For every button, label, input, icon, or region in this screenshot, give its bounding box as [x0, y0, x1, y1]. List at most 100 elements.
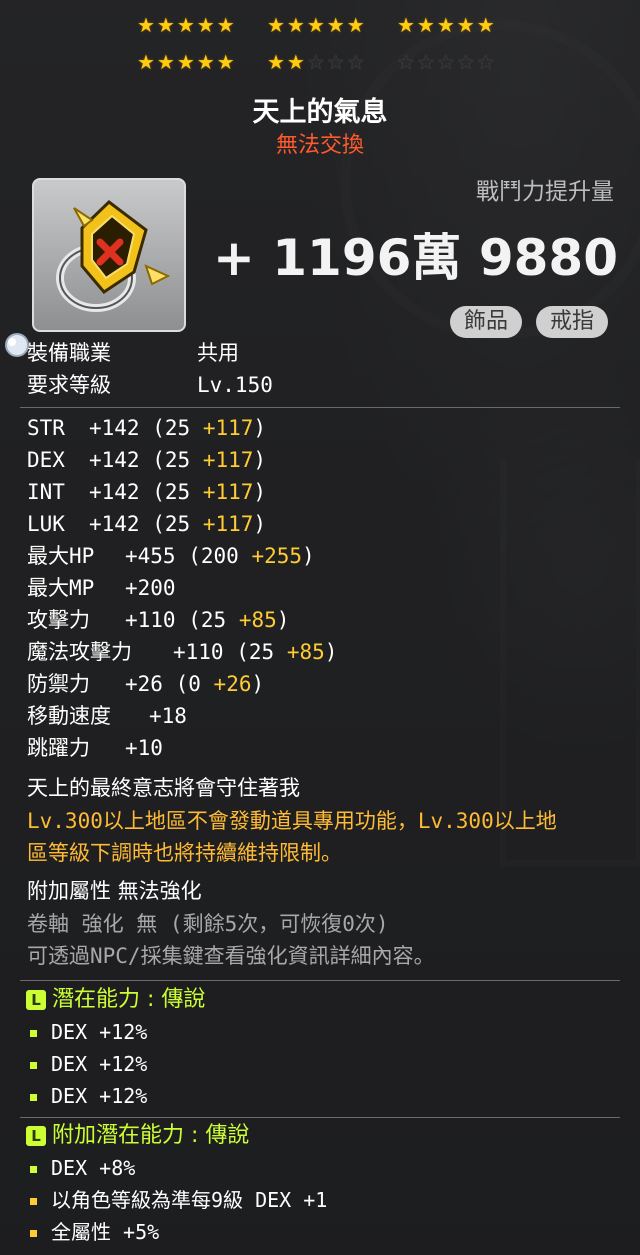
stat-total: +142 — [89, 512, 140, 536]
divider — [20, 407, 620, 408]
additional-potential-line-1: DEX +8% — [30, 1153, 135, 1183]
stat-row-luk: LUK +142 (25 +117) — [27, 509, 266, 539]
potential-text: DEX +12% — [51, 1052, 148, 1076]
stat-bonus: +85 — [286, 640, 325, 664]
bullet-icon — [30, 1230, 37, 1237]
stat-total: +110 — [173, 640, 224, 664]
enhance-status: 附加屬性 無法強化 — [27, 879, 202, 903]
stat-base: (25 — [152, 416, 191, 440]
stat-bonus: +117 — [202, 416, 254, 440]
item-icon-frame[interactable] — [32, 178, 186, 332]
additional-potential-line-3: 全屬性 +5% — [30, 1217, 159, 1247]
bullet-icon — [30, 1166, 37, 1173]
stat-label: 防禦力 — [27, 672, 90, 696]
bullet-icon — [30, 1198, 37, 1205]
stat-base: (25 — [188, 608, 227, 632]
stat-close: ) — [251, 672, 265, 696]
stat-label: LUK — [27, 512, 65, 536]
tag-ring: 戒指 — [536, 306, 609, 338]
stat-row-attack: 攻擊力 +110 (25 +85) — [27, 605, 289, 635]
additional-potential-header: L 附加潛在能力 : 傳說 — [26, 1121, 249, 1151]
stat-total: +10 — [125, 736, 163, 760]
stat-total: +18 — [149, 704, 187, 728]
potential-text: DEX +8% — [51, 1156, 136, 1180]
potential-line-3: DEX +12% — [30, 1081, 147, 1111]
stat-bonus: +255 — [251, 544, 303, 568]
additional-potential-line-2: 以角色等級為準每9級 DEX +1 — [30, 1185, 327, 1215]
enhance-hint: 可透過NPC/採集鍵查看強化資訊詳細內容。 — [27, 944, 435, 968]
requirement-level-value: Lv.150 — [197, 373, 273, 397]
star-group-3: ★★★★★ — [397, 13, 497, 37]
stat-base: (25 — [152, 512, 191, 536]
stat-close: ) — [324, 640, 338, 664]
potential-text: 以角色等級為準每9級 DEX +1 — [51, 1188, 328, 1212]
potential-header: L 潛在能力 : 傳說 — [26, 985, 205, 1015]
restriction-line-1: Lv.300以上地區不會發動道具專用功能，Lv.300以上地 — [27, 809, 557, 833]
stat-bonus: +85 — [238, 608, 277, 632]
divider — [20, 980, 620, 981]
flavor-text: 天上的最終意志將會守住著我 — [27, 776, 300, 800]
stat-total: +455 — [125, 544, 176, 568]
requirement-job-label: 裝備職業 — [27, 341, 111, 365]
stat-total: +142 — [89, 448, 140, 472]
stat-label: 移動速度 — [27, 704, 111, 728]
stat-label: INT — [27, 480, 65, 504]
potential-line-1: DEX +12% — [30, 1017, 147, 1047]
stat-label: 魔法攻擊力 — [27, 640, 132, 664]
restriction-line-2: 區等級下調時也將持續維持限制。 — [27, 841, 342, 865]
divider — [20, 1117, 620, 1118]
potential-text: DEX +12% — [51, 1084, 148, 1108]
star-group-4: ★★★★★ — [137, 50, 237, 74]
stat-total: +110 — [125, 608, 176, 632]
item-name: 天上的氣息 — [252, 97, 388, 128]
stat-label: 攻擊力 — [27, 608, 90, 632]
star-group-2: ★★★★★ — [267, 13, 367, 37]
stat-close: ) — [276, 608, 290, 632]
combat-power-label: 戰鬥力提升量 — [476, 179, 614, 205]
stat-total: +200 — [125, 576, 176, 600]
requirement-job-value: 共用 — [197, 341, 239, 365]
stat-label: DEX — [27, 448, 65, 472]
stat-row-magic-attack: 魔法攻擊力 +110 (25 +85) — [27, 637, 337, 667]
star-force-row-2: ★★★★★ ★★★★★ ★★★★★ — [0, 51, 640, 73]
trade-status: 無法交換 — [275, 133, 364, 158]
additional-potential-title: 附加潛在能力 : 傳說 — [52, 1123, 250, 1148]
legendary-icon: L — [26, 990, 46, 1010]
star-group-5: ★★★★★ — [267, 50, 367, 74]
legendary-icon: L — [26, 1126, 46, 1146]
bullet-icon — [30, 1062, 37, 1069]
stat-row-defense: 防禦力 +26 (0 +26) — [27, 669, 264, 699]
stat-label: 最大MP — [27, 576, 95, 600]
potential-text: DEX +12% — [51, 1020, 148, 1044]
stat-close: ) — [253, 448, 267, 472]
stat-base: (25 — [152, 448, 191, 472]
stat-total: +26 — [125, 672, 163, 696]
potential-line-2: DEX +12% — [30, 1049, 147, 1079]
stat-label: 跳躍力 — [27, 736, 90, 760]
scroll-info: 卷軸 強化 無 (剩餘5次，可恢復0次) — [27, 912, 389, 936]
bullet-icon — [30, 1030, 37, 1037]
requirement-level-label: 要求等級 — [27, 373, 111, 397]
stat-label: 最大HP — [27, 544, 95, 568]
stat-label: STR — [27, 416, 65, 440]
requirement-level: 要求等級 Lv.150 — [27, 370, 273, 400]
stat-row-speed: 移動速度 +18 — [27, 701, 187, 731]
stat-bonus: +117 — [202, 512, 254, 536]
stat-row-dex: DEX +142 (25 +117) — [27, 445, 266, 475]
stat-close: ) — [253, 480, 267, 504]
star-force-row-1: ★★★★★ ★★★★★ ★★★★★ — [0, 14, 640, 36]
potential-text: 全屬性 +5% — [51, 1220, 160, 1244]
stat-row-int: INT +142 (25 +117) — [27, 477, 266, 507]
star-group-6: ★★★★★ — [397, 50, 497, 74]
stat-bonus: +117 — [202, 480, 254, 504]
stat-base: (25 — [236, 640, 275, 664]
star-group-1: ★★★★★ — [137, 13, 237, 37]
stat-base: (200 — [188, 544, 239, 568]
stat-row-maxmp: 最大MP +200 — [27, 573, 176, 603]
stat-close: ) — [302, 544, 315, 568]
requirement-job: 裝備職業 共用 — [27, 338, 239, 368]
stat-row-str: STR +142 (25 +117) — [27, 413, 266, 443]
stat-row-jump: 跳躍力 +10 — [27, 733, 163, 763]
ring-icon — [56, 200, 171, 312]
stat-total: +142 — [89, 480, 140, 504]
